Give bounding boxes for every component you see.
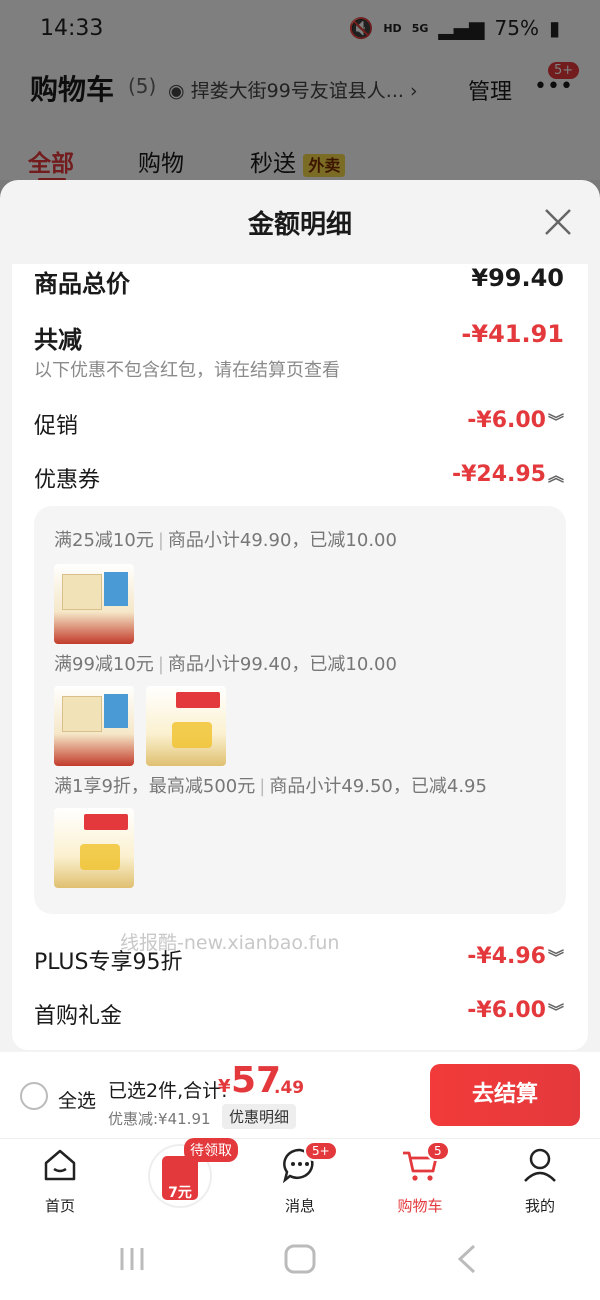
profile-icon	[524, 1148, 556, 1182]
first-purchase-value: -¥6.00	[467, 998, 546, 1023]
coupon-line-3-detail: 商品小计49.50，已减4.95	[269, 776, 487, 797]
product-thumb-pantene[interactable]	[146, 686, 226, 766]
plus-label: PLUS专享95折	[34, 950, 183, 975]
plus-value: -¥4.96	[467, 944, 546, 969]
product-thumb-paper[interactable]	[54, 686, 134, 766]
coupon-value: -¥24.95	[451, 462, 546, 487]
home-button-icon[interactable]	[282, 1242, 318, 1276]
page: 14:33 🔇 HD 5G ▂▄▆ 75% ▮ 购物车 (5) ◉ 捍娄大街99…	[0, 0, 600, 1300]
total-label: 商品总价	[34, 270, 130, 298]
nav-cart[interactable]: 5 购物车	[380, 1141, 460, 1216]
divider: |	[157, 530, 164, 551]
product-thumb-paper[interactable]	[54, 564, 134, 644]
discount-detail-button[interactable]: 优惠明细	[222, 1104, 297, 1129]
nav-me-label: 我的	[524, 1197, 555, 1215]
promo-label: 促销	[34, 414, 79, 439]
reduction-note: 以下优惠不包含红包，请在结算页查看	[34, 360, 340, 381]
coupon-line-1-detail: 商品小计49.90，已减10.00	[167, 530, 397, 551]
selected-summary: 已选2件,合计:	[108, 1080, 228, 1102]
home-icon	[44, 1149, 76, 1181]
total-value: ¥99.40	[471, 264, 564, 292]
select-all-label[interactable]: 全选	[58, 1086, 96, 1113]
nav-me[interactable]: 我的	[500, 1145, 580, 1216]
system-nav-bar	[0, 1218, 600, 1300]
coupon-label: 优惠券	[34, 468, 101, 493]
select-all-radio[interactable]	[20, 1082, 48, 1110]
promo-value-wrap: -¥6.00 ︾	[467, 408, 564, 433]
coupon-line-1: 满25减10元 | 商品小计49.90，已减10.00	[54, 526, 397, 552]
coupon-line-2: 满99减10元 | 商品小计99.40，已减10.00	[54, 650, 397, 676]
red-packet-pill: 待领取	[184, 1138, 238, 1162]
sheet-title: 金额明细	[247, 210, 352, 240]
checkout-bar: 全选 已选2件,合计: ¥ 57 .49 优惠减:¥41.91 优惠明细 去结算	[0, 1052, 600, 1138]
red-packet-amount: 7元	[168, 1185, 192, 1201]
chevron-down-icon: ︾	[547, 948, 564, 967]
messages-badge: 5+	[304, 1141, 338, 1161]
detail-card: 商品总价 ¥99.40 共减 -¥41.91 以下优惠不包含红包，请在结算页查看…	[12, 264, 588, 1050]
discount-text: 优惠减:¥41.91	[108, 1110, 211, 1128]
reduction-label: 共减	[34, 326, 82, 354]
coupon-line-1-title: 满25减10元	[54, 530, 154, 551]
back-icon[interactable]	[452, 1242, 482, 1276]
checkout-button[interactable]: 去结算	[430, 1064, 580, 1126]
close-icon[interactable]	[540, 204, 576, 240]
divider: |	[157, 654, 164, 675]
price-currency: ¥	[218, 1076, 231, 1097]
chevron-down-icon: ︾	[547, 1002, 564, 1021]
divider: |	[259, 776, 266, 797]
coupon-line-2-detail: 商品小计99.40，已减10.00	[167, 654, 397, 675]
coupon-detail-box: 满25减10元 | 商品小计49.90，已减10.00 满99减10元 | 商品小计99…	[34, 506, 566, 914]
reduction-value: -¥41.91	[461, 320, 564, 348]
coupon-line-3-title: 满1享9折，最高减500元	[54, 776, 256, 797]
recent-apps-icon[interactable]	[114, 1244, 150, 1274]
coupon-line-2-title: 满99减10元	[54, 654, 154, 675]
first-purchase-value-wrap: -¥6.00 ︾	[467, 998, 564, 1023]
nav-home[interactable]: 首页	[20, 1145, 100, 1216]
nav-cart-label: 购物车	[397, 1197, 443, 1215]
red-packet-button[interactable]: 7元 待领取	[150, 1138, 238, 1206]
nav-home-label: 首页	[44, 1197, 75, 1215]
price-decimal: .49	[274, 1078, 305, 1098]
cart-badge: 5	[426, 1141, 450, 1161]
nav-messages-label: 消息	[284, 1197, 315, 1215]
chevron-up-icon: ︽	[547, 466, 564, 485]
plus-value-wrap: -¥4.96 ︾	[467, 944, 564, 969]
bottom-nav: 首页 5+ 消息 5 购物车 我的	[0, 1138, 600, 1219]
chevron-down-icon: ︾	[547, 412, 564, 431]
coupon-line-3: 满1享9折，最高减500元 | 商品小计49.50，已减4.95	[54, 772, 487, 798]
coupon-value-wrap: -¥24.95 ︽	[452, 462, 564, 487]
promo-value: -¥6.00	[467, 408, 546, 433]
nav-messages[interactable]: 5+ 消息	[260, 1141, 340, 1216]
first-purchase-label: 首购礼金	[34, 1004, 123, 1029]
product-thumb-pantene[interactable]	[54, 808, 134, 888]
